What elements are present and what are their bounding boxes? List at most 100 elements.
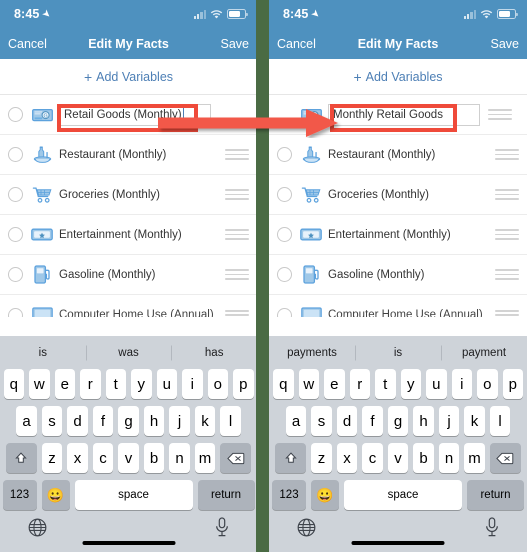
key-i[interactable]: i	[451, 369, 472, 399]
variable-row-editing[interactable]: G Retail Goods (Monthly)	[0, 95, 257, 135]
key-d[interactable]: d	[67, 406, 88, 436]
key-s[interactable]: s	[311, 406, 332, 436]
key-o[interactable]: o	[477, 369, 498, 399]
key-u[interactable]: u	[156, 369, 177, 399]
emoji-smiley-icon[interactable]: 😀	[311, 480, 339, 510]
key-z[interactable]: z	[311, 443, 332, 473]
table-row[interactable]: Gasoline (Monthly)	[0, 255, 257, 295]
key-t[interactable]: t	[105, 369, 126, 399]
key-g[interactable]: g	[118, 406, 139, 436]
key-b[interactable]: b	[413, 443, 434, 473]
add-variables-button[interactable]: + Add Variables	[0, 59, 257, 95]
key-r[interactable]: r	[349, 369, 370, 399]
backspace-delete-icon[interactable]	[220, 443, 252, 473]
radio-unchecked-icon[interactable]	[277, 227, 292, 242]
key-a[interactable]: a	[16, 406, 37, 436]
radio-unchecked-icon[interactable]	[8, 147, 23, 162]
microphone-icon[interactable]	[215, 517, 229, 542]
return-key[interactable]: return	[197, 480, 255, 510]
space-key[interactable]: space	[74, 480, 193, 510]
radio-unchecked-icon[interactable]	[8, 187, 23, 202]
save-button[interactable]: Save	[491, 37, 520, 51]
key-e[interactable]: e	[324, 369, 345, 399]
key-v[interactable]: v	[118, 443, 139, 473]
key-s[interactable]: s	[41, 406, 63, 436]
variable-row-editing[interactable]: G Monthly Retail Goods	[269, 95, 527, 135]
key-k[interactable]: k	[194, 406, 216, 436]
cancel-button[interactable]: Cancel	[277, 37, 316, 51]
key-l[interactable]: l	[220, 406, 241, 436]
key-j[interactable]: j	[438, 406, 460, 436]
reorder-handle-icon[interactable]	[225, 189, 249, 200]
table-row[interactable]: Computer Home Use (Annual)	[269, 295, 527, 317]
microphone-icon[interactable]	[485, 517, 499, 542]
shift-up-arrow-icon[interactable]	[275, 443, 307, 473]
radio-unchecked-icon[interactable]	[8, 307, 23, 317]
reorder-handle-icon[interactable]	[495, 229, 519, 240]
numbers-key[interactable]: 123	[272, 480, 306, 510]
reorder-handle-icon[interactable]	[495, 309, 519, 317]
globe-language-icon[interactable]	[28, 518, 47, 542]
key-m[interactable]: m	[194, 443, 216, 473]
table-row[interactable]: Gasoline (Monthly)	[269, 255, 527, 295]
key-w[interactable]: w	[298, 369, 319, 399]
radio-unchecked-icon[interactable]	[277, 307, 292, 317]
radio-unchecked-icon[interactable]	[8, 227, 23, 242]
reorder-handle-icon[interactable]	[495, 149, 519, 160]
key-c[interactable]: c	[362, 443, 383, 473]
key-p[interactable]: p	[502, 369, 523, 399]
key-h[interactable]: h	[143, 406, 165, 436]
table-row[interactable]: Groceries (Monthly)	[0, 175, 257, 215]
key-g[interactable]: g	[387, 406, 409, 436]
suggestion-item[interactable]: has	[171, 347, 257, 359]
key-l[interactable]: l	[489, 406, 511, 436]
reorder-handle-icon[interactable]	[495, 269, 519, 280]
key-b[interactable]: b	[143, 443, 165, 473]
key-y[interactable]: y	[131, 369, 152, 399]
key-n[interactable]: n	[169, 443, 190, 473]
reorder-handle-icon[interactable]	[495, 189, 519, 200]
table-row[interactable]: Groceries (Monthly)	[269, 175, 527, 215]
key-h[interactable]: h	[413, 406, 434, 436]
radio-unchecked-icon[interactable]	[8, 107, 23, 122]
key-d[interactable]: d	[336, 406, 358, 436]
save-button[interactable]: Save	[221, 37, 250, 51]
key-i[interactable]: i	[182, 369, 203, 399]
key-p[interactable]: p	[233, 369, 254, 399]
table-row[interactable]: Entertainment (Monthly)	[269, 215, 527, 255]
key-q[interactable]: q	[273, 369, 294, 399]
key-w[interactable]: w	[29, 369, 50, 399]
key-k[interactable]: k	[464, 406, 485, 436]
table-row[interactable]: Entertainment (Monthly)	[0, 215, 257, 255]
key-x[interactable]: x	[336, 443, 358, 473]
key-t[interactable]: t	[375, 369, 396, 399]
suggestion-item[interactable]: payments	[269, 347, 355, 359]
reorder-handle-icon[interactable]	[225, 149, 249, 160]
key-r[interactable]: r	[80, 369, 101, 399]
backspace-delete-icon[interactable]	[489, 443, 521, 473]
key-v[interactable]: v	[387, 443, 409, 473]
suggestion-item[interactable]: was	[86, 347, 172, 359]
key-z[interactable]: z	[41, 443, 63, 473]
variable-name-input[interactable]: Retail Goods (Monthly)	[59, 103, 211, 126]
radio-unchecked-icon[interactable]	[277, 267, 292, 282]
suggestion-item[interactable]: payment	[441, 347, 527, 359]
key-x[interactable]: x	[67, 443, 88, 473]
suggestion-item[interactable]: is	[355, 347, 441, 359]
shift-up-arrow-icon[interactable]	[5, 443, 37, 473]
globe-language-icon[interactable]	[297, 518, 316, 542]
key-f[interactable]: f	[362, 406, 383, 436]
reorder-handle-icon[interactable]	[225, 229, 249, 240]
key-m[interactable]: m	[464, 443, 485, 473]
emoji-smiley-icon[interactable]: 😀	[41, 480, 70, 510]
reorder-handle-icon[interactable]	[488, 109, 512, 120]
space-key[interactable]: space	[344, 480, 462, 510]
numbers-key[interactable]: 123	[2, 480, 37, 510]
cancel-button[interactable]: Cancel	[8, 37, 47, 51]
table-row[interactable]: Restaurant (Monthly)	[269, 135, 527, 175]
radio-unchecked-icon[interactable]	[277, 147, 292, 162]
key-f[interactable]: f	[92, 406, 114, 436]
key-a[interactable]: a	[285, 406, 307, 436]
radio-unchecked-icon[interactable]	[8, 267, 23, 282]
suggestion-item[interactable]: is	[0, 347, 86, 359]
